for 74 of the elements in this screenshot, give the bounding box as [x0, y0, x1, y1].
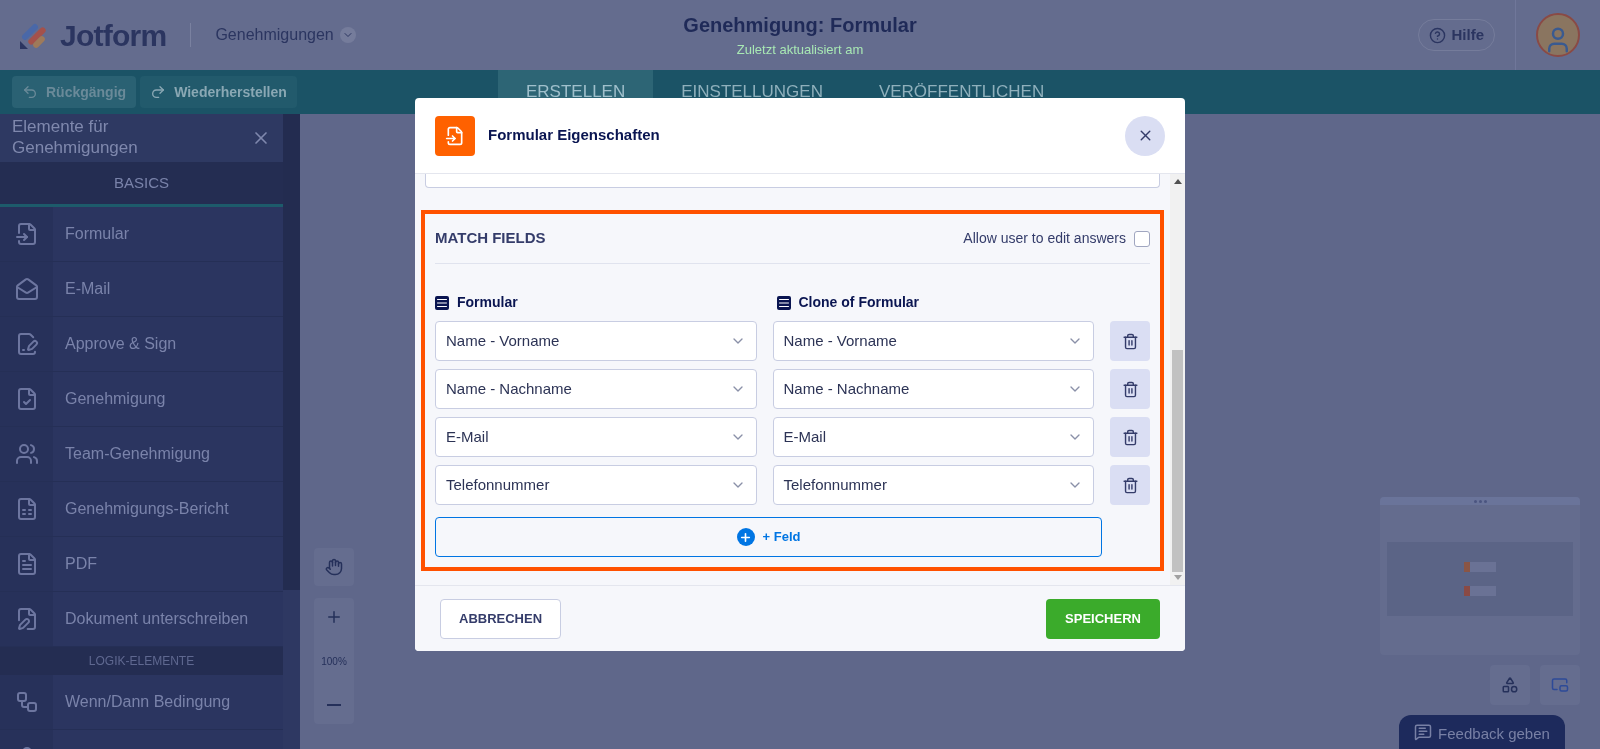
sidebar-item[interactable]: Team-Genehmigung: [0, 427, 283, 482]
page-subtitle: Zuletzt aktualisiert am: [736, 41, 864, 60]
select-field[interactable]: E-Mail: [772, 417, 1094, 457]
text-field[interactable]: [425, 174, 1160, 188]
select-field[interactable]: Telefonnummer: [772, 465, 1094, 505]
select-field[interactable]: E-Mail: [435, 417, 757, 457]
redo-button[interactable]: Wiederherstellen: [140, 76, 297, 108]
section-title: MATCH FIELDS: [435, 228, 546, 249]
picture-in-picture-icon: [1551, 676, 1569, 694]
modal-title: Formular Eigenschaften: [488, 125, 660, 146]
logo-text: Jotform: [60, 17, 167, 54]
close-button[interactable]: [1125, 115, 1165, 156]
trash-icon: [1121, 476, 1139, 494]
select-field[interactable]: Name - Nachname: [435, 369, 757, 409]
sidebar-title: Elemente für Genehmigungen: [12, 116, 139, 158]
sidebar-item[interactable]: Approve & Sign: [0, 317, 283, 372]
add-field-button[interactable]: + Feld: [435, 517, 1102, 557]
undo-icon: [22, 84, 38, 100]
sidebar-item[interactable]: Dokument unterschreiben: [0, 592, 283, 647]
sidebar-item[interactable]: Genehmigungs-Bericht: [0, 482, 283, 537]
chevron-down-icon: [339, 27, 356, 43]
select-field[interactable]: Telefonnummer: [435, 465, 757, 505]
zoom-level: 100%: [321, 654, 347, 669]
select-field[interactable]: Name - Vorname: [435, 321, 757, 361]
trash-icon: [1121, 380, 1139, 398]
plus-icon: [325, 608, 343, 626]
list-icon: [776, 295, 791, 310]
feedback-button[interactable]: Feedback geben: [1399, 715, 1565, 749]
tab[interactable]: VERÖFFENTLICHEN: [850, 70, 1073, 114]
avatar[interactable]: [1536, 13, 1580, 57]
minus-icon: [327, 704, 341, 706]
sidebar-item[interactable]: PDF: [0, 537, 283, 592]
scroll-up-arrow-icon[interactable]: [1173, 179, 1182, 184]
column-label: Formular: [457, 293, 518, 312]
redo-icon: [150, 84, 167, 100]
envelope-icon: [14, 277, 39, 301]
trash-icon: [1121, 428, 1139, 446]
workspace-dropdown[interactable]: Genehmigungen: [215, 23, 356, 47]
select-field[interactable]: Name - Vorname: [772, 321, 1094, 361]
allow-edit-checkbox[interactable]: Allow user to edit answers: [963, 228, 1150, 249]
users-icon: [14, 442, 39, 466]
section-heading: LOGIK-ELEMENTE: [0, 647, 283, 675]
sidebar-item[interactable]: Genehmigung: [0, 372, 283, 427]
select-field[interactable]: Name - Nachname: [772, 369, 1094, 409]
scroll-down-arrow-icon[interactable]: [1173, 575, 1182, 580]
shapes-button[interactable]: [1490, 665, 1530, 705]
page-title: Genehmigung: Formular: [683, 13, 917, 39]
cancel-button[interactable]: ABBRECHEN: [440, 598, 562, 639]
hand-tool-button[interactable]: [314, 548, 354, 586]
delete-button[interactable]: [1110, 417, 1150, 457]
sidebar-item[interactable]: Formular: [0, 207, 283, 262]
sidebar-item[interactable]: Wenn/Dann Bedingung: [0, 675, 283, 730]
sidebar-item[interactable]: E-Mail: [0, 262, 283, 317]
shapes-icon: [1501, 676, 1519, 694]
plus-icon: [736, 528, 755, 546]
hand-icon: [325, 558, 343, 576]
sidebar-tab[interactable]: BASICS: [0, 162, 283, 207]
undo-button[interactable]: Rückgängig: [12, 76, 137, 108]
column-label: Clone of Formular: [798, 293, 920, 312]
save-button[interactable]: SPEICHERN: [1046, 598, 1160, 639]
help-icon: [1429, 26, 1447, 44]
delete-button[interactable]: [1110, 321, 1150, 361]
delete-button[interactable]: [1110, 465, 1150, 505]
feedback-icon: [1414, 723, 1433, 741]
form-icon: [14, 222, 39, 246]
checkbox[interactable]: [1134, 230, 1150, 247]
scrollbar[interactable]: [1170, 174, 1185, 585]
flowchart-icon: [14, 690, 39, 714]
picture-in-picture-button[interactable]: [1540, 665, 1580, 705]
tab[interactable]: EINSTELLUNGEN: [653, 70, 851, 114]
list-icon: [435, 295, 449, 310]
form-icon: [435, 115, 475, 156]
delete-button[interactable]: [1110, 369, 1150, 409]
trash-icon: [1121, 332, 1139, 350]
